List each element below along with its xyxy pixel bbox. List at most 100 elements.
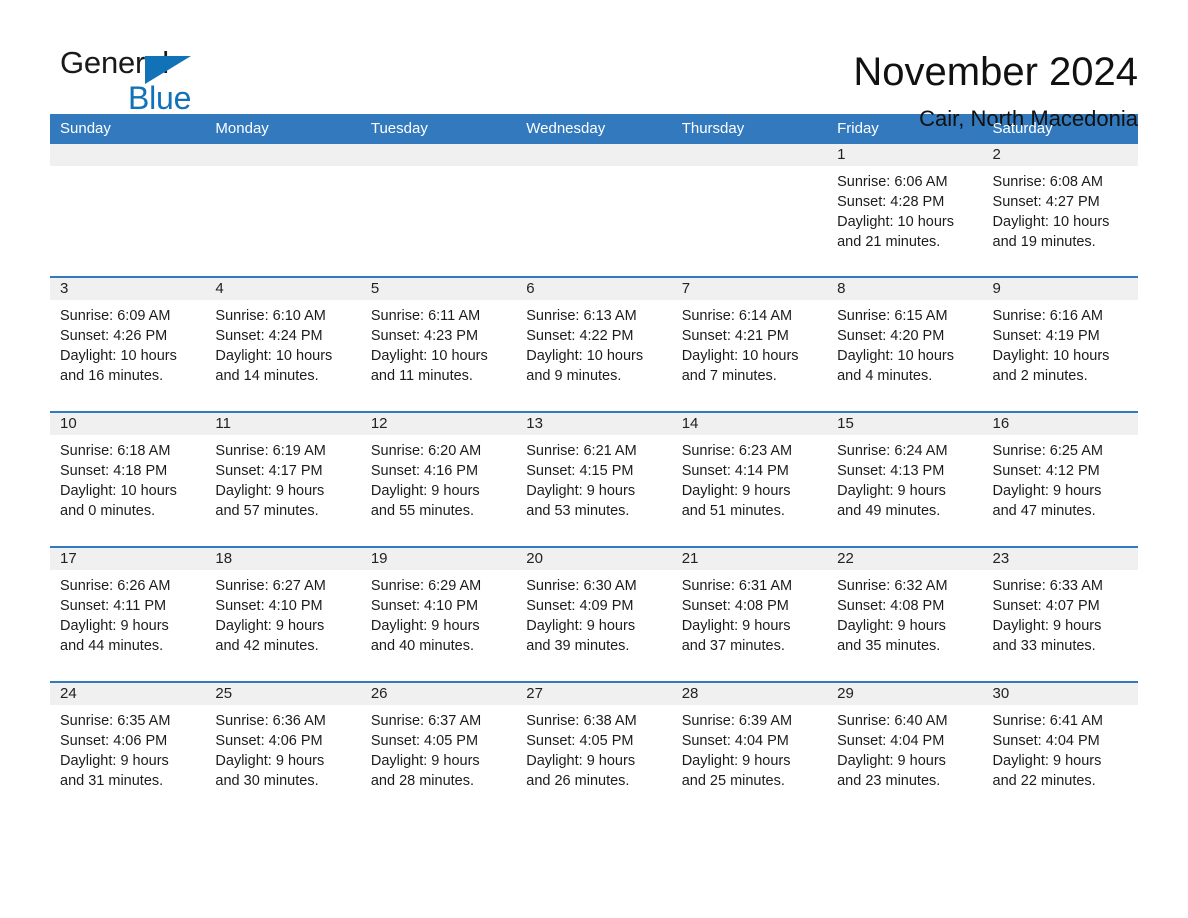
calendar-day-cell[interactable]: 25 Sunrise: 6:36 AM Sunset: 4:06 PM Dayligh… — [205, 681, 361, 817]
sunset-text: Sunset: 4:05 PM — [526, 733, 634, 749]
daylight-text-cont: and 53 minutes. — [526, 503, 630, 519]
calendar-day-cell[interactable]: 6 Sunrise: 6:13 AM Sunset: 4:22 PM Daylight… — [516, 276, 672, 412]
calendar-day-cell[interactable]: 3 Sunrise: 6:09 AM Sunset: 4:26 PM Daylight… — [50, 276, 206, 412]
day-number: 7 — [671, 278, 828, 300]
calendar-week-row: 3 Sunrise: 6:09 AM Sunset: 4:26 PM Daylight… — [50, 276, 1138, 412]
day-number: 18 — [205, 548, 361, 570]
calendar-day-cell[interactable]: 30 Sunrise: 6:41 AM Sunset: 4:04 PM Dayligh… — [982, 681, 1138, 817]
sunset-text: Sunset: 4:06 PM — [215, 733, 323, 749]
calendar-day-cell-empty — [671, 144, 828, 277]
calendar-day-cell[interactable]: 23 Sunrise: 6:33 AM Sunset: 4:07 PM Dayligh… — [982, 546, 1138, 682]
calendar-day-cell[interactable]: 7 Sunrise: 6:14 AM Sunset: 4:21 PM Daylight… — [671, 276, 828, 412]
calendar-day-cell[interactable]: 24 Sunrise: 6:35 AM Sunset: 4:06 PM Dayligh… — [50, 681, 206, 817]
daylight-text: Daylight: 9 hours — [60, 618, 169, 634]
day-details: Sunrise: 6:26 AM Sunset: 4:11 PM Daylight:… — [50, 570, 205, 656]
sunset-text: Sunset: 4:10 PM — [215, 598, 323, 614]
sunset-text: Sunset: 4:23 PM — [370, 328, 479, 344]
sunrise-text: Sunrise: 6:36 AM — [215, 713, 326, 729]
sunset-text: Sunset: 4:08 PM — [681, 598, 789, 614]
day-number: 8 — [827, 278, 983, 300]
general-blue-logo[interactable]: General Blue — [50, 46, 250, 118]
day-number: 23 — [982, 548, 1138, 570]
day-details: Sunrise: 6:25 AM Sunset: 4:12 PM Daylight:… — [983, 435, 1138, 521]
day-details: Sunrise: 6:31 AM Sunset: 4:08 PM Daylight:… — [672, 570, 827, 656]
daylight-text: Daylight: 9 hours — [837, 483, 946, 499]
daylight-text: Daylight: 10 hours — [992, 214, 1110, 230]
daylight-text: Daylight: 9 hours — [215, 753, 325, 769]
daylight-text: Daylight: 9 hours — [681, 483, 791, 499]
day-details: Sunrise: 6:37 AM Sunset: 4:05 PM Daylight:… — [361, 705, 516, 791]
daylight-text: Daylight: 9 hours — [370, 483, 480, 499]
calendar-day-cell[interactable]: 28 Sunrise: 6:39 AM Sunset: 4:04 PM Dayligh… — [671, 681, 828, 817]
calendar-table: Sunday Monday Tuesday Wednesday Thursday… — [50, 114, 1138, 817]
calendar-day-cell[interactable]: 20 Sunrise: 6:30 AM Sunset: 4:09 PM Dayligh… — [516, 546, 672, 682]
daylight-text: Daylight: 9 hours — [526, 618, 636, 634]
day-details: Sunrise: 6:40 AM Sunset: 4:04 PM Daylight:… — [827, 705, 982, 791]
day-number: 16 — [982, 413, 1138, 435]
day-details: Sunrise: 6:16 AM Sunset: 4:19 PM Daylight:… — [983, 300, 1138, 386]
daylight-text-cont: and 2 minutes. — [992, 368, 1088, 384]
sunset-text: Sunset: 4:16 PM — [370, 463, 479, 479]
calendar-day-cell[interactable]: 1 Sunrise: 6:06 AM Sunset: 4:28 PM Daylight… — [827, 144, 983, 277]
daylight-text-cont: and 4 minutes. — [837, 368, 933, 384]
calendar-day-cell[interactable]: 19 Sunrise: 6:29 AM Sunset: 4:10 PM Dayligh… — [360, 546, 517, 682]
day-details: Sunrise: 6:09 AM Sunset: 4:26 PM Daylight:… — [50, 300, 205, 386]
sunrise-text: Sunrise: 6:21 AM — [526, 443, 637, 459]
page-title: November 2024 — [853, 50, 1138, 94]
day-number: 25 — [205, 683, 361, 705]
daylight-text-cont: and 39 minutes. — [526, 638, 630, 654]
calendar-day-cell[interactable]: 13 Sunrise: 6:21 AM Sunset: 4:15 PM Dayligh… — [516, 411, 672, 547]
daylight-text: Daylight: 10 hours — [837, 214, 954, 230]
calendar-day-cell[interactable]: 16 Sunrise: 6:25 AM Sunset: 4:12 PM Dayligh… — [982, 411, 1138, 547]
day-details: Sunrise: 6:29 AM Sunset: 4:10 PM Daylight:… — [361, 570, 516, 656]
day-number: 19 — [360, 548, 517, 570]
calendar-day-cell[interactable]: 29 Sunrise: 6:40 AM Sunset: 4:04 PM Dayligh… — [827, 681, 983, 817]
daylight-text-cont: and 31 minutes. — [60, 773, 164, 789]
calendar-day-cell[interactable]: 17 Sunrise: 6:26 AM Sunset: 4:11 PM Dayligh… — [50, 546, 206, 682]
calendar-day-cell[interactable]: 2 Sunrise: 6:08 AM Sunset: 4:27 PM Daylight… — [982, 144, 1138, 277]
calendar-day-cell[interactable]: 12 Sunrise: 6:20 AM Sunset: 4:16 PM Dayligh… — [360, 411, 517, 547]
calendar-day-cell[interactable]: 8 Sunrise: 6:15 AM Sunset: 4:20 PM Daylight… — [827, 276, 983, 412]
sunset-text: Sunset: 4:12 PM — [992, 463, 1100, 479]
day-number: 14 — [671, 413, 828, 435]
calendar-day-cell[interactable]: 27 Sunrise: 6:38 AM Sunset: 4:05 PM Dayligh… — [516, 681, 672, 817]
day-number: 29 — [827, 683, 983, 705]
day-details: Sunrise: 6:30 AM Sunset: 4:09 PM Daylight:… — [516, 570, 671, 656]
sunset-text: Sunset: 4:18 PM — [60, 463, 168, 479]
sunrise-text: Sunrise: 6:39 AM — [681, 713, 793, 729]
daylight-text-cont: and 16 minutes. — [60, 368, 164, 384]
day-details — [672, 166, 827, 172]
daylight-text-cont: and 0 minutes. — [60, 503, 156, 519]
calendar-day-cell[interactable]: 4 Sunrise: 6:10 AM Sunset: 4:24 PM Daylight… — [205, 276, 361, 412]
day-number: 15 — [827, 413, 983, 435]
calendar-day-cell[interactable]: 26 Sunrise: 6:37 AM Sunset: 4:05 PM Dayligh… — [360, 681, 517, 817]
sunset-text: Sunset: 4:13 PM — [837, 463, 945, 479]
daylight-text: Daylight: 10 hours — [215, 348, 333, 364]
triangle-right-icon — [145, 56, 191, 84]
calendar-day-cell[interactable]: 21 Sunrise: 6:31 AM Sunset: 4:08 PM Dayligh… — [671, 546, 828, 682]
calendar-day-cell[interactable]: 5 Sunrise: 6:11 AM Sunset: 4:23 PM Daylight… — [360, 276, 517, 412]
day-number: 13 — [516, 413, 672, 435]
weekday-header-thursday: Thursday — [671, 114, 828, 144]
calendar-day-cell[interactable]: 22 Sunrise: 6:32 AM Sunset: 4:08 PM Dayligh… — [827, 546, 983, 682]
daylight-text-cont: and 40 minutes. — [370, 638, 475, 654]
calendar-day-cell[interactable]: 18 Sunrise: 6:27 AM Sunset: 4:10 PM Dayligh… — [205, 546, 361, 682]
day-number: 26 — [360, 683, 517, 705]
day-details — [205, 166, 360, 172]
calendar-day-cell[interactable]: 15 Sunrise: 6:24 AM Sunset: 4:13 PM Dayligh… — [827, 411, 983, 547]
sunset-text: Sunset: 4:09 PM — [526, 598, 634, 614]
calendar-day-cell[interactable]: 11 Sunrise: 6:19 AM Sunset: 4:17 PM Dayligh… — [205, 411, 361, 547]
calendar-week-row: 24 Sunrise: 6:35 AM Sunset: 4:06 PM Dayligh… — [50, 681, 1138, 817]
day-number: 5 — [360, 278, 517, 300]
calendar-day-cell[interactable]: 14 Sunrise: 6:23 AM Sunset: 4:14 PM Dayligh… — [671, 411, 828, 547]
day-number: 28 — [671, 683, 828, 705]
day-details: Sunrise: 6:33 AM Sunset: 4:07 PM Daylight:… — [983, 570, 1138, 656]
calendar-day-cell[interactable]: 10 Sunrise: 6:18 AM Sunset: 4:18 PM Dayligh… — [50, 411, 206, 547]
sunrise-text: Sunrise: 6:09 AM — [60, 308, 171, 324]
sunrise-text: Sunrise: 6:18 AM — [60, 443, 171, 459]
sunset-text: Sunset: 4:21 PM — [681, 328, 789, 344]
daylight-text-cont: and 55 minutes. — [370, 503, 475, 519]
sunset-text: Sunset: 4:17 PM — [215, 463, 323, 479]
sunset-text: Sunset: 4:24 PM — [215, 328, 323, 344]
calendar-day-cell[interactable]: 9 Sunrise: 6:16 AM Sunset: 4:19 PM Daylight… — [982, 276, 1138, 412]
